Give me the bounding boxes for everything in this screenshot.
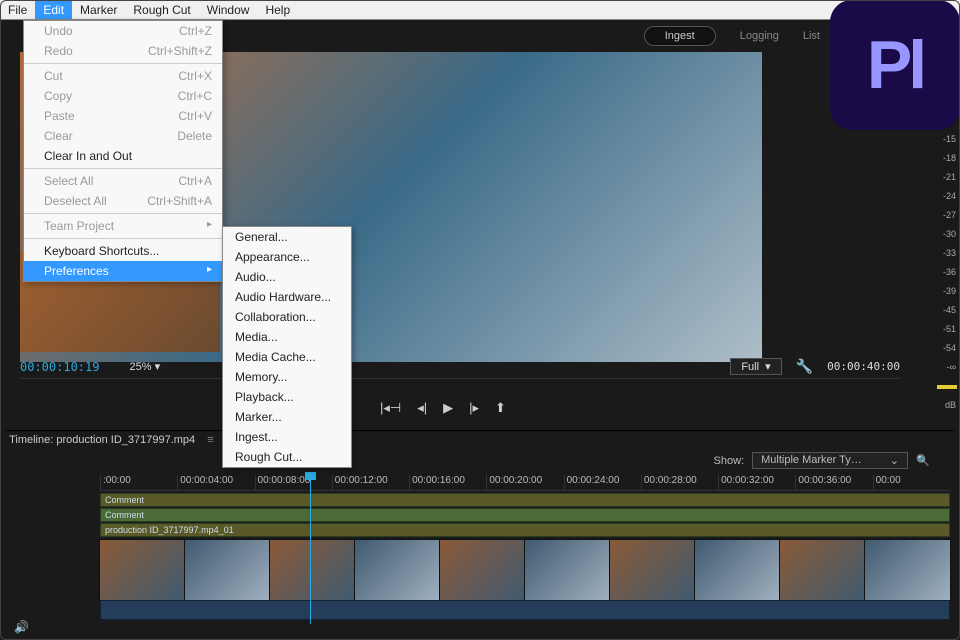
- menubar: File Edit Marker Rough Cut Window Help: [0, 0, 960, 20]
- menu-file[interactable]: File: [0, 0, 35, 19]
- timeline-panel-tab[interactable]: Timeline: production ID_3717997.mp4 ≡: [6, 430, 954, 448]
- pref-media-[interactable]: Media...: [223, 327, 351, 347]
- show-label: Show:: [714, 455, 745, 467]
- speaker-icon[interactable]: 🔊: [14, 620, 29, 634]
- menuitem-undo[interactable]: UndoCtrl+Z: [24, 21, 222, 41]
- comment-marker[interactable]: Comment: [100, 508, 950, 522]
- chevron-down-icon: ▾: [765, 361, 771, 373]
- menuitem-team-project[interactable]: Team Project: [24, 216, 222, 236]
- menuitem-redo[interactable]: RedoCtrl+Shift+Z: [24, 41, 222, 61]
- menuitem-cut[interactable]: CutCtrl+X: [24, 66, 222, 86]
- pref-general-[interactable]: General...: [223, 227, 351, 247]
- ingest-button[interactable]: Ingest: [644, 26, 716, 46]
- playhead-head-icon[interactable]: [305, 472, 316, 480]
- logo-text: Pl: [867, 26, 923, 104]
- menu-marker[interactable]: Marker: [72, 0, 125, 19]
- menuitem-paste[interactable]: PasteCtrl+V: [24, 106, 222, 126]
- search-icon[interactable]: 🔍: [916, 454, 930, 468]
- export-frame-button[interactable]: ⬆: [495, 400, 506, 416]
- chevron-down-icon: ▾: [155, 361, 161, 373]
- list-button[interactable]: List: [803, 30, 820, 42]
- pref-audio-hardware-[interactable]: Audio Hardware...: [223, 287, 351, 307]
- pref-playback-[interactable]: Playback...: [223, 387, 351, 407]
- menu-window[interactable]: Window: [199, 0, 258, 19]
- zoom-select[interactable]: 25% ▾: [129, 360, 160, 373]
- pref-appearance-[interactable]: Appearance...: [223, 247, 351, 267]
- timecode-row: 00:00:10:19 25% ▾ Full ▾ 🔧 00:00:40:00: [20, 358, 900, 375]
- pref-audio-[interactable]: Audio...: [223, 267, 351, 287]
- resolution-select[interactable]: Full ▾: [730, 358, 781, 375]
- pref-collaboration-[interactable]: Collaboration...: [223, 307, 351, 327]
- panel-menu-icon[interactable]: ≡: [207, 434, 213, 446]
- menuitem-select-all[interactable]: Select AllCtrl+A: [24, 171, 222, 191]
- playhead[interactable]: [310, 474, 311, 624]
- marker-track-2[interactable]: Comment: [10, 508, 950, 522]
- marker-type-select[interactable]: Multiple Marker Ty…⌄: [752, 452, 908, 469]
- marker-track-1[interactable]: Comment: [10, 493, 950, 507]
- timeline-ruler[interactable]: :00:0000:00:04:0000:00:08:0000:00:12:000…: [100, 475, 950, 491]
- menu-help[interactable]: Help: [257, 0, 298, 19]
- pref-rough-cut-[interactable]: Rough Cut...: [223, 447, 351, 467]
- logging-button[interactable]: Logging: [740, 30, 779, 42]
- comment-marker[interactable]: Comment: [100, 493, 950, 507]
- pref-ingest-[interactable]: Ingest...: [223, 427, 351, 447]
- pref-marker-[interactable]: Marker...: [223, 407, 351, 427]
- step-back-button[interactable]: ◂|: [417, 400, 427, 416]
- menuitem-clear-in-and-out[interactable]: Clear In and Out: [24, 146, 222, 166]
- settings-icon[interactable]: 🔧: [796, 358, 813, 375]
- pref-media-cache-[interactable]: Media Cache...: [223, 347, 351, 367]
- chevron-down-icon: ⌄: [890, 454, 899, 467]
- play-button[interactable]: ▶: [443, 400, 453, 416]
- video-clip[interactable]: production ID_3717997.mp4_01: [100, 523, 950, 537]
- menuitem-preferences[interactable]: Preferences: [24, 261, 222, 281]
- preferences-submenu: General...Appearance...Audio...Audio Har…: [222, 226, 352, 468]
- video-thumbnails[interactable]: [100, 540, 950, 600]
- edit-dropdown: UndoCtrl+ZRedoCtrl+Shift+Z CutCtrl+XCopyC…: [23, 20, 223, 282]
- menuitem-copy[interactable]: CopyCtrl+C: [24, 86, 222, 106]
- menu-edit[interactable]: Edit: [35, 0, 72, 19]
- pref-memory-[interactable]: Memory...: [223, 367, 351, 387]
- step-forward-button[interactable]: |▸: [469, 400, 479, 416]
- current-timecode[interactable]: 00:00:10:19: [20, 360, 99, 374]
- db-label: dB: [945, 400, 956, 410]
- duration-timecode: 00:00:40:00: [827, 360, 900, 373]
- timeline-show-controls: Show: Multiple Marker Ty…⌄ 🔍: [714, 452, 930, 469]
- monitor-scrubber[interactable]: [20, 378, 900, 388]
- audio-track[interactable]: [100, 600, 950, 620]
- timeline-panel-label: Timeline: production ID_3717997.mp4: [9, 434, 195, 446]
- audio-meter: -15-18-21-24-27-30-33-36-39-45-51-54-∞: [930, 130, 960, 377]
- menuitem-keyboard-shortcuts-[interactable]: Keyboard Shortcuts...: [24, 241, 222, 261]
- prelude-logo: Pl: [830, 0, 960, 130]
- transport-controls: |◂⊣ ◂| ▶ |▸ ⬆: [380, 400, 506, 416]
- video-track[interactable]: production ID_3717997.mp4_01: [10, 523, 950, 537]
- go-to-in-button[interactable]: |◂⊣: [380, 400, 401, 416]
- menu-roughcut[interactable]: Rough Cut: [125, 0, 198, 19]
- menuitem-deselect-all[interactable]: Deselect AllCtrl+Shift+A: [24, 191, 222, 211]
- mode-switcher: Ingest Logging List: [644, 26, 820, 46]
- menuitem-clear[interactable]: ClearDelete: [24, 126, 222, 146]
